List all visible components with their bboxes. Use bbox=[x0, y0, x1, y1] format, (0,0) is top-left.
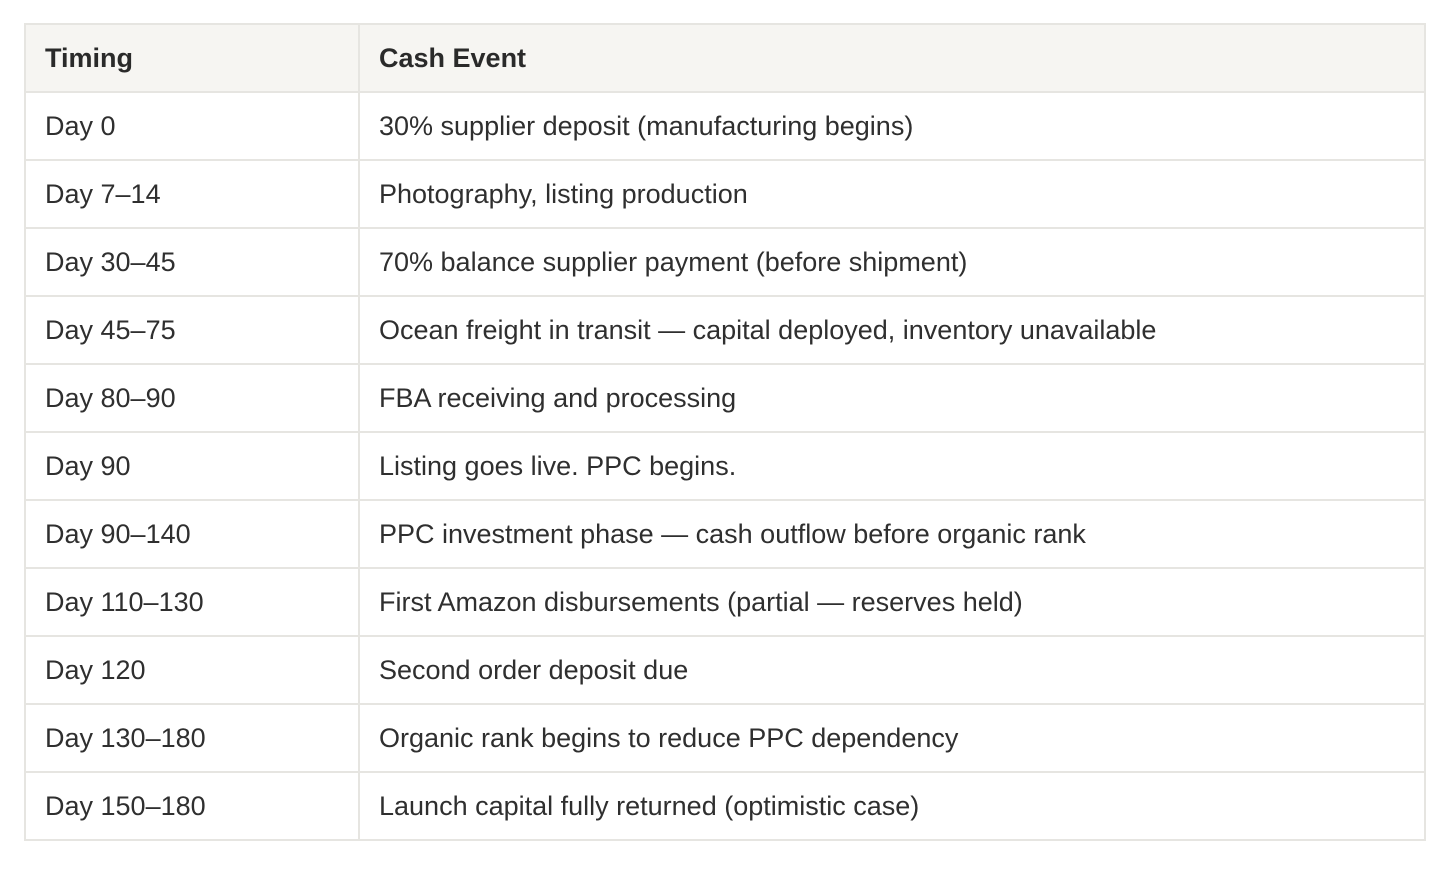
table-row: Day 90–140 PPC investment phase — cash o… bbox=[24, 499, 1426, 569]
cash-event-cell: Photography, listing production bbox=[358, 159, 1426, 229]
table-header-row: Timing Cash Event bbox=[24, 23, 1426, 93]
timing-cell: Day 45–75 bbox=[24, 295, 360, 365]
timing-cell: Day 110–130 bbox=[24, 567, 360, 637]
table-header: Timing Cash Event bbox=[24, 23, 1426, 93]
cash-event-cell: Second order deposit due bbox=[358, 635, 1426, 705]
cash-event-cell: Organic rank begins to reduce PPC depend… bbox=[358, 703, 1426, 773]
column-header-cash-event: Cash Event bbox=[358, 23, 1426, 93]
cash-event-cell: FBA receiving and processing bbox=[358, 363, 1426, 433]
timing-cell: Day 90–140 bbox=[24, 499, 360, 569]
table-row: Day 7–14 Photography, listing production bbox=[24, 159, 1426, 229]
table-row: Day 120 Second order deposit due bbox=[24, 635, 1426, 705]
timing-cell: Day 30–45 bbox=[24, 227, 360, 297]
cash-event-cell: First Amazon disbursements (partial — re… bbox=[358, 567, 1426, 637]
table-row: Day 30–45 70% balance supplier payment (… bbox=[24, 227, 1426, 297]
timing-cell: Day 0 bbox=[24, 91, 360, 161]
timing-cell: Day 7–14 bbox=[24, 159, 360, 229]
timing-cell: Day 130–180 bbox=[24, 703, 360, 773]
table-row: Day 130–180 Organic rank begins to reduc… bbox=[24, 703, 1426, 773]
table-row: Day 45–75 Ocean freight in transit — cap… bbox=[24, 295, 1426, 365]
table-row: Day 150–180 Launch capital fully returne… bbox=[24, 771, 1426, 841]
table-row: Day 110–130 First Amazon disbursements (… bbox=[24, 567, 1426, 637]
column-header-timing: Timing bbox=[24, 23, 360, 93]
cash-event-cell: Listing goes live. PPC begins. bbox=[358, 431, 1426, 501]
cash-event-cell: Ocean freight in transit — capital deplo… bbox=[358, 295, 1426, 365]
timing-cell: Day 120 bbox=[24, 635, 360, 705]
cash-timeline-table: Timing Cash Event Day 0 30% supplier dep… bbox=[24, 23, 1426, 841]
table-body: Day 0 30% supplier deposit (manufacturin… bbox=[24, 91, 1426, 841]
cash-event-cell: 30% supplier deposit (manufacturing begi… bbox=[358, 91, 1426, 161]
timing-cell: Day 90 bbox=[24, 431, 360, 501]
table-row: Day 90 Listing goes live. PPC begins. bbox=[24, 431, 1426, 501]
timing-cell: Day 80–90 bbox=[24, 363, 360, 433]
cash-timeline-table-container: Timing Cash Event Day 0 30% supplier dep… bbox=[24, 23, 1426, 841]
cash-event-cell: Launch capital fully returned (optimisti… bbox=[358, 771, 1426, 841]
timing-cell: Day 150–180 bbox=[24, 771, 360, 841]
table-row: Day 0 30% supplier deposit (manufacturin… bbox=[24, 91, 1426, 161]
table-row: Day 80–90 FBA receiving and processing bbox=[24, 363, 1426, 433]
cash-event-cell: 70% balance supplier payment (before shi… bbox=[358, 227, 1426, 297]
cash-event-cell: PPC investment phase — cash outflow befo… bbox=[358, 499, 1426, 569]
